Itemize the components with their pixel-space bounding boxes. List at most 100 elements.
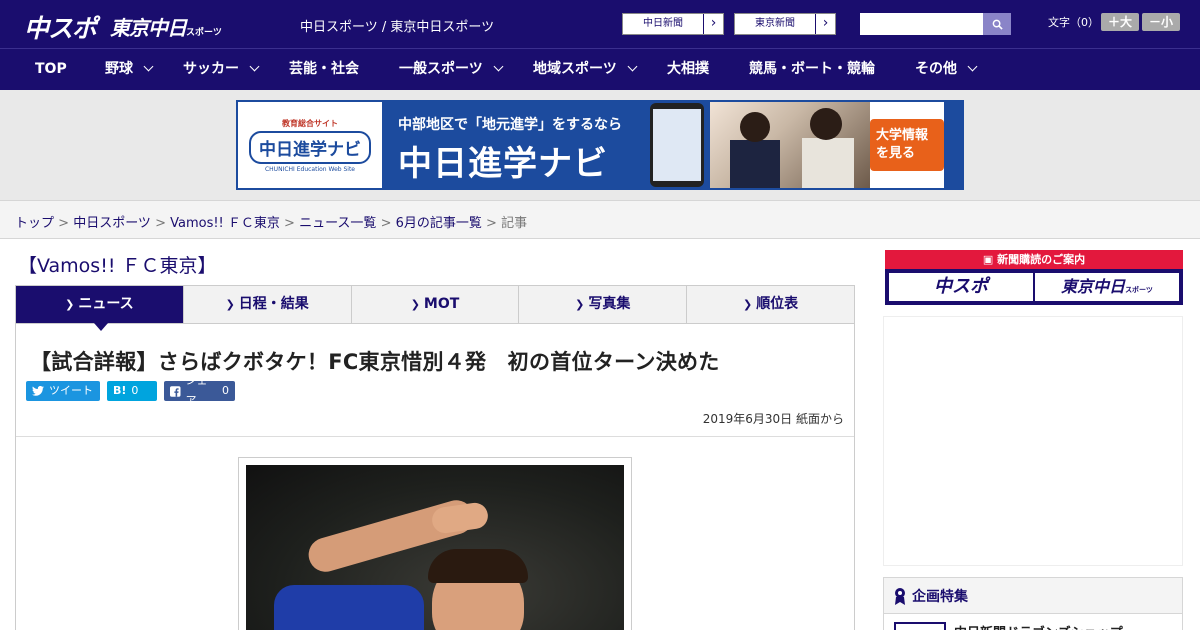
nav-label: 一般スポーツ — [399, 61, 483, 77]
hatena-bookmark-button[interactable]: B! 0 — [107, 381, 157, 401]
ad-banner[interactable]: 教育総合サイト 中日進学ナビ CHUNICHI Education Web Si… — [236, 100, 964, 190]
chevron-right-icon: ❯ — [225, 298, 235, 311]
nav-label: TOP — [35, 61, 67, 77]
nav-label: 競馬・ボート・競輪 — [749, 61, 875, 77]
tweet-label: ツイート — [49, 384, 93, 397]
tab-label: MOT — [423, 296, 460, 312]
newspaper-icon: ▣ — [982, 253, 998, 266]
chevron-down-icon — [249, 61, 260, 72]
font-size-down-button[interactable]: －小 — [1142, 13, 1180, 31]
article-photo-frame — [238, 457, 632, 630]
breadcrumb-current: 記事 — [501, 216, 528, 231]
chevron-down-icon — [967, 61, 978, 72]
feature-thumbnail — [894, 622, 946, 630]
subscription-banner[interactable]: ▣ 新聞購読のご案内 中スポ 東京中日スポーツ — [885, 250, 1183, 305]
nav-item-baseball[interactable]: 野球 — [105, 49, 154, 90]
tab-label: 写真集 — [588, 296, 631, 312]
ad-cta: 大学情報を見る — [870, 102, 944, 188]
ad-banner-area: 教育総合サイト 中日進学ナビ CHUNICHI Education Web Si… — [0, 90, 1200, 200]
search-icon — [992, 19, 1003, 30]
chuspo-logo[interactable]: 中スポ — [24, 9, 97, 45]
nav-item-other[interactable]: その他 — [915, 49, 978, 90]
subscribe-chuspo-logo[interactable]: 中スポ — [889, 273, 1033, 301]
tweet-button[interactable]: ツイート — [26, 381, 100, 401]
tab-label: 日程・結果 — [238, 296, 309, 312]
nav-label: 野球 — [105, 61, 133, 77]
tokyo-shimbun-label: 東京新聞 — [755, 18, 795, 29]
facebook-icon — [170, 385, 181, 397]
font-size-label: 文字（0） — [1048, 16, 1099, 29]
chevron-down-icon — [627, 61, 638, 72]
ad-logo: 教育総合サイト 中日進学ナビ CHUNICHI Education Web Si… — [238, 102, 382, 188]
breadcrumb-item-news-list[interactable]: ニュース一覧 — [299, 216, 376, 231]
chevron-right-icon: ❯ — [410, 298, 420, 311]
article-date: 2019年6月30日 紙面から — [702, 412, 844, 426]
nav-label: 大相撲 — [667, 61, 709, 77]
breadcrumb-item-fctokyo[interactable]: Vamos!! ＦＣ東京 — [170, 216, 280, 231]
top-header: 中スポ 東京中日スポーツ 中日スポーツ / 東京中日スポーツ 中日新聞 › 東京… — [0, 0, 1200, 48]
facebook-share-label: シェア — [185, 374, 208, 407]
ad-logo-tiny: CHUNICHI Education Web Site — [264, 165, 355, 173]
chevron-right-icon: › — [703, 14, 723, 34]
font-size-up-button[interactable]: ＋大 — [1101, 13, 1139, 31]
ad-logo-small: 教育総合サイト — [282, 118, 338, 128]
feature-heading-text: 企画特集 — [912, 588, 968, 605]
sidebar-ad-space — [883, 316, 1183, 566]
section-tabs: ❯ ニュース ❯ 日程・結果 ❯ MOT ❯ 写真集 ❯ 順位表 — [15, 285, 855, 331]
article-headline: 【試合詳報】さらばクボタケ！FC東京惜別４発 初の首位ターン決めた — [30, 350, 720, 374]
chevron-right-icon: ❯ — [65, 298, 75, 311]
chunichi-shimbun-link[interactable]: 中日新聞 › — [622, 13, 724, 35]
tab-standings[interactable]: ❯ 順位表 — [687, 286, 854, 323]
ad-phone-image — [650, 103, 704, 187]
nav-item-regional-sports[interactable]: 地域スポーツ — [533, 49, 638, 90]
chunichi-shimbun-label: 中日新聞 — [643, 18, 683, 29]
nav-label: 地域スポーツ — [533, 61, 617, 77]
ad-line2: 中日進学ナビ — [398, 144, 608, 184]
search-button[interactable] — [983, 13, 1011, 35]
breadcrumb-item-june-list[interactable]: 6月の記事一覧 — [396, 216, 482, 231]
breadcrumb: トップ > 中日スポーツ > Vamos!! ＦＣ東京 > ニュース一覧 > 6… — [0, 200, 1200, 239]
feature-item-title: 中日新聞ドラゴンズショップ — [954, 622, 1123, 630]
subscription-heading: ▣ 新聞購読のご案内 — [885, 250, 1183, 269]
hatena-icon: B! — [113, 384, 127, 397]
facebook-share-button[interactable]: シェア 0 — [164, 374, 235, 407]
nav-label: 芸能・社会 — [289, 61, 359, 77]
nav-item-top[interactable]: TOP — [35, 49, 67, 90]
chevron-down-icon — [143, 61, 154, 72]
subscribe-tokyo-chunichi-logo[interactable]: 東京中日スポーツ — [1035, 273, 1179, 301]
breadcrumb-item-chuspo[interactable]: 中日スポーツ — [73, 216, 151, 231]
nav-item-racing[interactable]: 競馬・ボート・競輪 — [749, 49, 875, 90]
breadcrumb-item-top[interactable]: トップ — [15, 216, 54, 231]
nav-item-sumo[interactable]: 大相撲 — [667, 49, 709, 90]
ribbon-icon — [895, 587, 905, 605]
tokyo-shimbun-link[interactable]: 東京新聞 › — [734, 13, 836, 35]
tokyo-logo-text: 東京中日 — [110, 16, 187, 40]
tab-news[interactable]: ❯ ニュース — [16, 286, 184, 331]
ad-cta-button[interactable]: 大学情報を見る — [870, 119, 944, 171]
tab-label: ニュース — [78, 296, 134, 312]
ad-line1: 中部地区で「地元進学」をするなら — [398, 117, 622, 133]
subscribe-tokyo-text: 東京中日 — [1061, 277, 1126, 296]
nav-item-general-sports[interactable]: 一般スポーツ — [399, 49, 504, 90]
article-photo[interactable] — [246, 465, 624, 630]
section-title: 【Vamos!! ＦＣ東京】 — [18, 255, 217, 277]
chevron-right-icon: ❯ — [575, 298, 585, 311]
tokyo-chunichi-logo[interactable]: 東京中日スポーツ — [110, 12, 222, 41]
hatena-count: 0 — [131, 384, 139, 397]
feature-box: 企画特集 中日新聞ドラゴンズショップ — [883, 577, 1183, 630]
tab-label: 順位表 — [756, 296, 799, 312]
tab-photos[interactable]: ❯ 写真集 — [519, 286, 688, 323]
subscribe-tokyo-small: スポーツ — [1125, 286, 1153, 294]
nav-item-soccer[interactable]: サッカー — [183, 49, 260, 90]
chevron-down-icon — [493, 61, 504, 72]
nav-label: その他 — [915, 61, 957, 77]
tokyo-logo-small: スポーツ — [186, 28, 222, 38]
main-content: 【Vamos!! ＦＣ東京】 ❯ ニュース ❯ 日程・結果 ❯ MOT ❯ 写真集 ❯ 順… — [0, 239, 1200, 630]
nav-item-entertainment[interactable]: 芸能・社会 — [289, 49, 359, 90]
feature-item[interactable]: 中日新聞ドラゴンズショップ — [884, 614, 1182, 630]
tab-mot[interactable]: ❯ MOT — [351, 286, 520, 323]
search-input[interactable] — [860, 13, 984, 35]
tab-schedule[interactable]: ❯ 日程・結果 — [183, 286, 352, 323]
twitter-icon — [32, 386, 44, 396]
facebook-share-count: 0 — [222, 384, 229, 397]
